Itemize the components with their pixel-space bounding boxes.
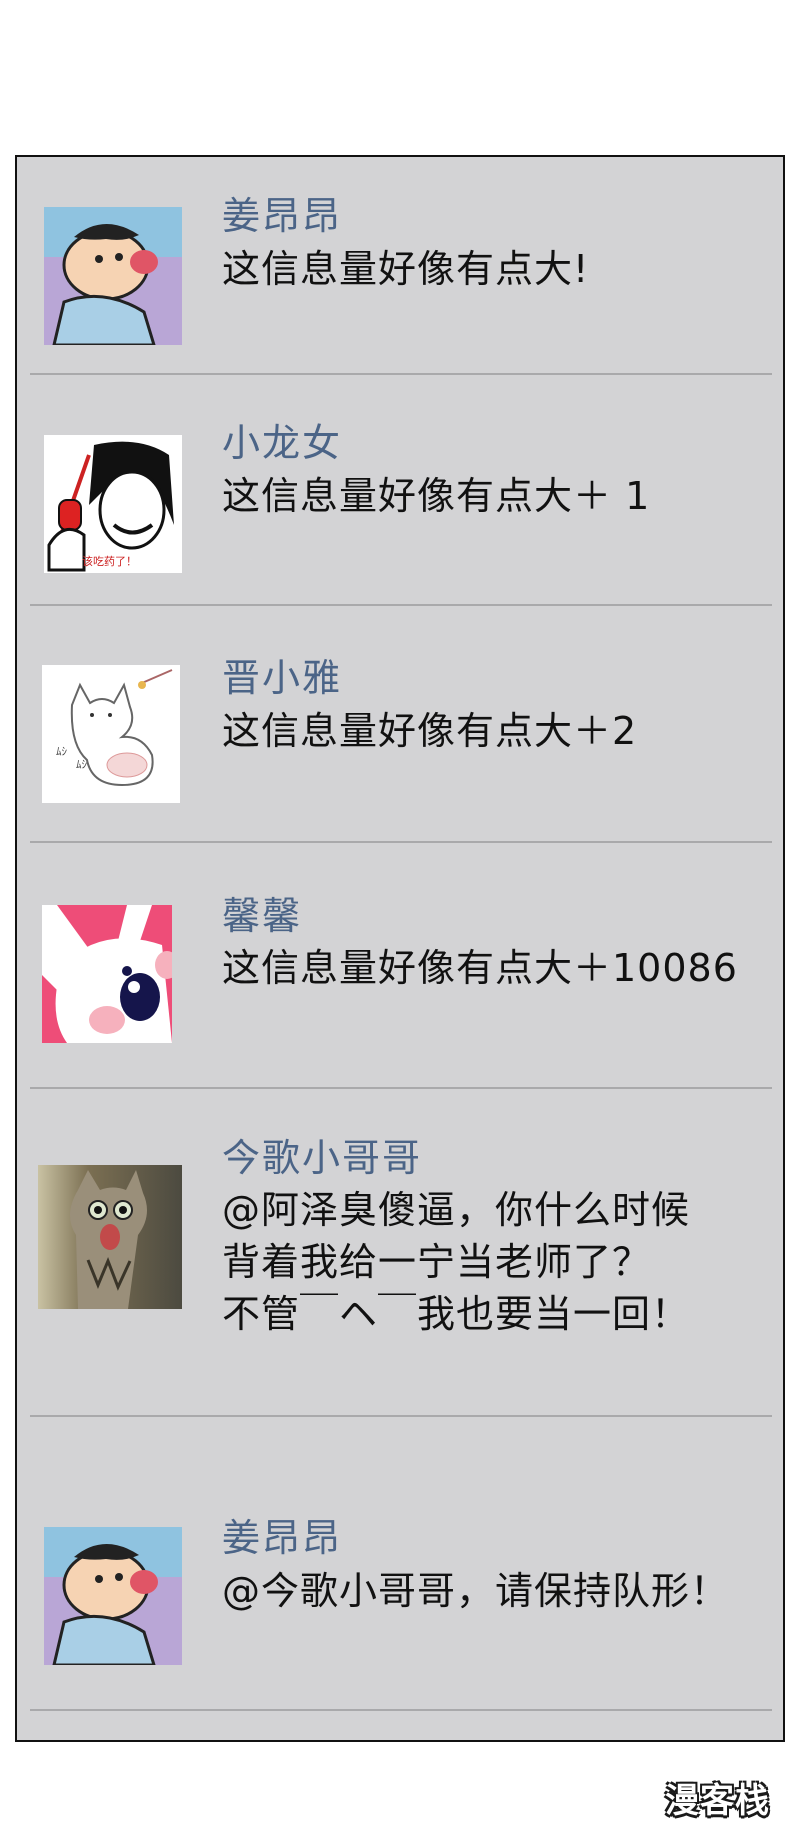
comment-author[interactable]: 晋小雅 bbox=[222, 647, 342, 702]
comment-panel: 姜昂昂 这信息量好像有点大! 该吃药了！ 小龙女 这信息量好像有点大＋ 1 ﾑｼ… bbox=[15, 155, 785, 1742]
comment-text: 这信息量好像有点大! bbox=[222, 247, 590, 291]
comment-text: @今歌小哥哥，请保持队形！ bbox=[222, 1569, 730, 1613]
comment-text: 这信息量好像有点大＋ 1 bbox=[222, 474, 651, 518]
bunny-icon[interactable] bbox=[42, 905, 172, 1043]
divider bbox=[30, 841, 772, 843]
comment-author[interactable]: 姜昂昂 bbox=[222, 185, 342, 240]
avatar-caption: 该吃药了！ bbox=[82, 555, 137, 568]
meme-face-icon[interactable]: 该吃药了！ bbox=[44, 435, 182, 573]
comment-text: 这信息量好像有点大＋2 bbox=[222, 709, 638, 753]
divider bbox=[30, 604, 772, 606]
comment-author[interactable]: 姜昂昂 bbox=[222, 1507, 342, 1562]
cartoon-boy-icon[interactable] bbox=[44, 207, 182, 345]
svg-text:ﾑｼ: ﾑｼ bbox=[76, 758, 87, 771]
watermark-logo: 漫客栈 bbox=[665, 1781, 770, 1821]
svg-text:ﾑｼ: ﾑｼ bbox=[56, 745, 67, 758]
comment-text: 这信息量好像有点大＋10086 bbox=[222, 946, 738, 990]
divider bbox=[30, 1415, 772, 1417]
comment-author[interactable]: 小龙女 bbox=[222, 412, 342, 467]
comment-text: 背着我给一宁当老师了？ bbox=[222, 1240, 652, 1284]
cat-sketch-icon[interactable]: ﾑｼ ﾑｼ bbox=[42, 665, 180, 803]
comment-text: @阿泽臭傻逼，你什么时候 bbox=[222, 1188, 691, 1232]
cat-photo-icon[interactable] bbox=[38, 1165, 182, 1309]
cartoon-boy-icon[interactable] bbox=[44, 1527, 182, 1665]
comment-text: 不管￣ヘ￣我也要当一回！ bbox=[222, 1292, 691, 1336]
divider bbox=[30, 373, 772, 375]
divider bbox=[30, 1709, 772, 1711]
comment-author[interactable]: 馨馨 bbox=[222, 885, 302, 940]
comment-author[interactable]: 今歌小哥哥 bbox=[222, 1127, 422, 1182]
divider bbox=[30, 1087, 772, 1089]
